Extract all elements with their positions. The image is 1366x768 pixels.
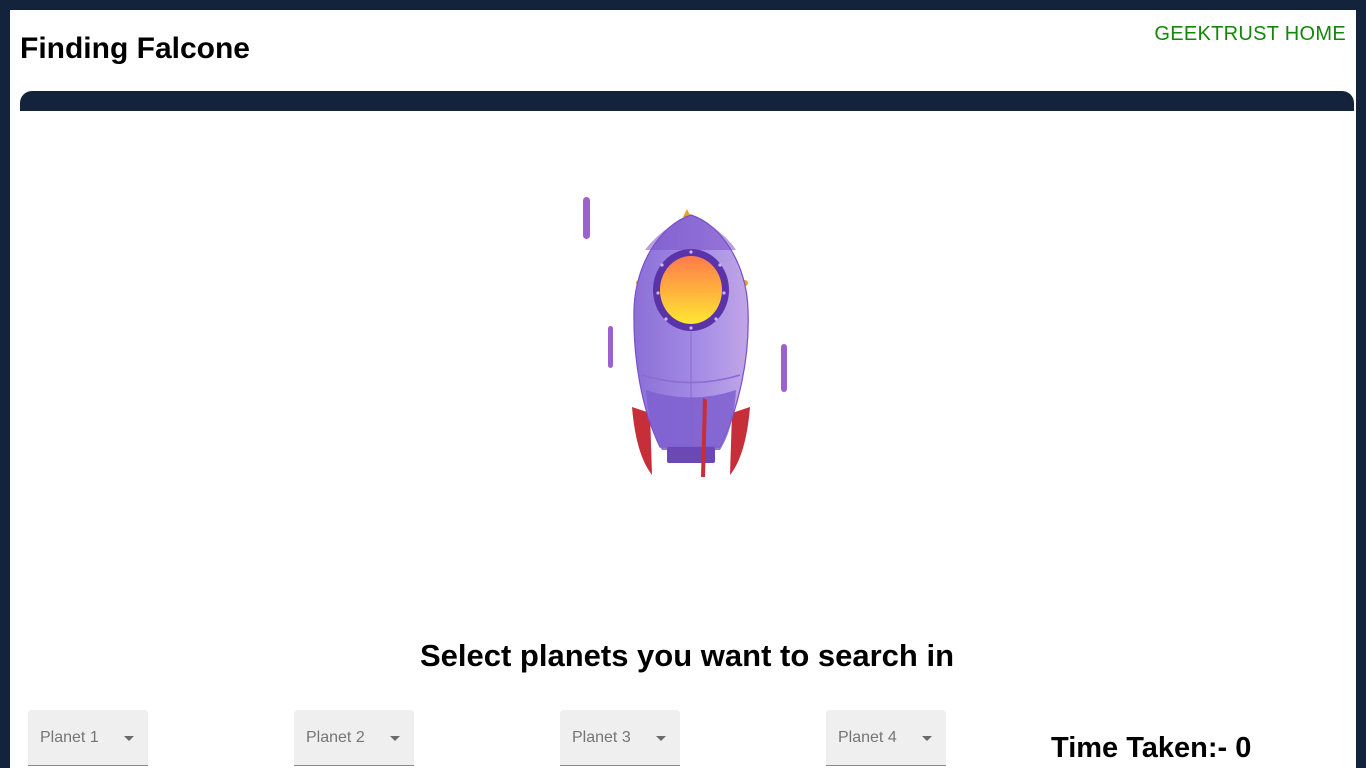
planet-3-select[interactable]: Planet 3 bbox=[560, 710, 680, 766]
nav-bar bbox=[20, 91, 1354, 111]
planet-2-select[interactable]: Planet 2 bbox=[294, 710, 414, 766]
rocket-fin-icon bbox=[730, 407, 750, 475]
caret-down-icon bbox=[656, 736, 666, 741]
time-taken-label: Time Taken:- bbox=[1051, 732, 1236, 764]
caret-down-icon bbox=[922, 736, 932, 741]
caret-down-icon bbox=[124, 736, 134, 741]
page-container: Finding Falcone GEEKTRUST HOME Select pl… bbox=[10, 10, 1356, 768]
planet-1-select[interactable]: Planet 1 bbox=[28, 710, 148, 766]
planet-4-select[interactable]: Planet 4 bbox=[826, 710, 946, 766]
time-taken: Time Taken:- 0 bbox=[1051, 732, 1251, 765]
geektrust-home-link[interactable]: GEEKTRUST HOME bbox=[1154, 23, 1346, 46]
planet-4-label: Planet 4 bbox=[838, 729, 897, 746]
select-planets-heading: Select planets you want to search in bbox=[419, 638, 955, 673]
planet-1-label: Planet 1 bbox=[40, 729, 99, 746]
time-taken-value: 0 bbox=[1235, 732, 1252, 764]
speed-line-icon bbox=[608, 326, 613, 368]
speed-line-icon bbox=[583, 197, 590, 239]
speed-line-icon bbox=[781, 344, 787, 392]
rocket-illustration bbox=[583, 197, 787, 477]
planet-3-label: Planet 3 bbox=[572, 729, 631, 746]
planet-2-label: Planet 2 bbox=[306, 729, 365, 746]
app-title: Finding Falcone bbox=[20, 32, 250, 65]
caret-down-icon bbox=[390, 736, 400, 741]
